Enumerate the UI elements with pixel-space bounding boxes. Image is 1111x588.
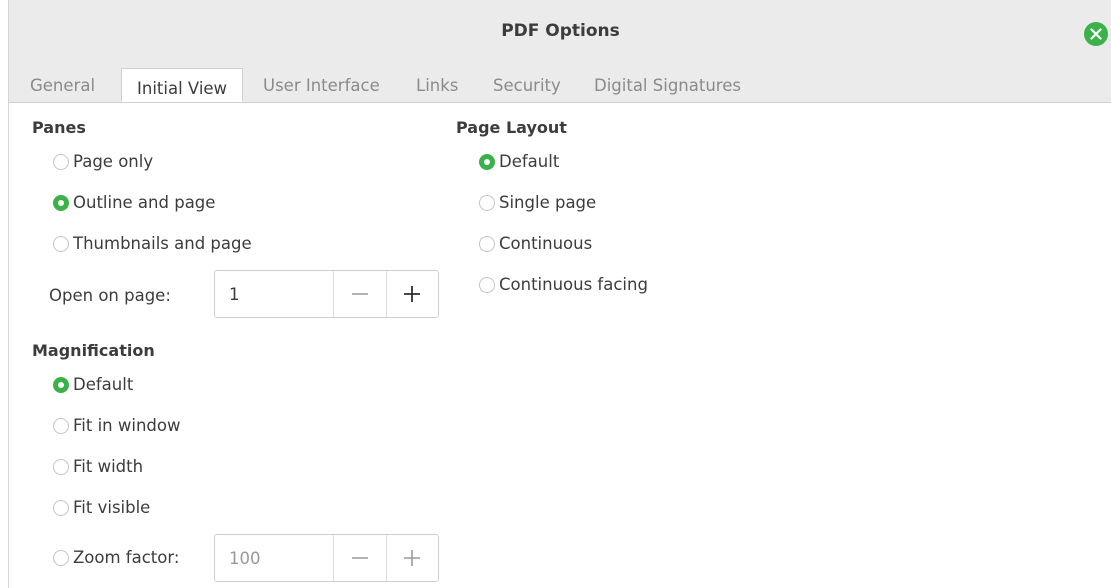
radio-label: Outline and page [73, 193, 216, 212]
radio-outline-and-page[interactable]: Outline and page [53, 193, 215, 212]
radio-indicator [53, 499, 69, 516]
radio-continuous[interactable]: Continuous [479, 234, 592, 253]
radio-indicator-selected [53, 194, 69, 211]
radio-label: Default [499, 152, 560, 171]
radio-label: Continuous [499, 234, 593, 253]
radio-thumbnails-and-page[interactable]: Thumbnails and page [53, 234, 252, 253]
radio-fit-width[interactable]: Fit width [53, 457, 143, 476]
tab-general[interactable]: General [30, 76, 95, 95]
pdf-options-dialog: PDF Options General Initial View User In… [8, 0, 1111, 588]
tab-security[interactable]: Security [493, 76, 561, 95]
tab-user-interface[interactable]: User Interface [263, 76, 380, 95]
tab-bar: General Initial View User Interface Link… [9, 66, 1111, 103]
radio-single-page[interactable]: Single page [479, 193, 596, 212]
increment-button[interactable] [385, 271, 438, 317]
open-on-page-input[interactable] [215, 271, 333, 317]
radio-page-only[interactable]: Page only [53, 152, 153, 171]
radio-indicator [53, 417, 69, 434]
minus-icon [351, 557, 368, 559]
plus-icon [404, 286, 421, 302]
radio-indicator [53, 235, 69, 252]
panes-heading: Panes [32, 118, 86, 137]
radio-indicator [53, 458, 69, 475]
radio-indicator-selected [53, 376, 69, 393]
tab-initial-view[interactable]: Initial View [121, 68, 244, 102]
plus-icon [404, 550, 421, 566]
radio-zoom-factor[interactable]: Zoom factor: [53, 548, 179, 567]
increment-button[interactable] [385, 535, 438, 581]
open-on-page-label: Open on page: [49, 286, 171, 305]
radio-indicator [53, 549, 69, 566]
tab-links[interactable]: Links [416, 76, 458, 95]
radio-label: Single page [499, 193, 597, 212]
radio-fit-in-window[interactable]: Fit in window [53, 416, 180, 435]
close-button[interactable] [1084, 22, 1108, 46]
radio-label: Zoom factor: [73, 548, 180, 567]
minus-icon [351, 293, 368, 295]
radio-label: Continuous facing [499, 275, 648, 294]
radio-indicator [53, 153, 69, 170]
radio-label: Thumbnails and page [73, 234, 252, 253]
radio-indicator-selected [479, 153, 495, 170]
radio-indicator [479, 194, 495, 211]
magnification-heading: Magnification [32, 341, 155, 360]
radio-label: Page only [73, 152, 154, 171]
radio-magnification-default[interactable]: Default [53, 375, 133, 394]
radio-fit-visible[interactable]: Fit visible [53, 498, 150, 517]
open-on-page-spinner [214, 270, 439, 318]
radio-indicator [479, 235, 495, 252]
radio-indicator [479, 276, 495, 293]
decrement-button[interactable] [333, 535, 386, 581]
close-icon [1090, 28, 1102, 40]
radio-label: Fit visible [73, 498, 151, 517]
title-bar: PDF Options [9, 0, 1111, 67]
zoom-factor-spinner [214, 534, 439, 582]
dialog-title: PDF Options [501, 21, 620, 41]
radio-continuous-facing[interactable]: Continuous facing [479, 275, 648, 294]
radio-label: Fit width [73, 457, 144, 476]
radio-layout-default[interactable]: Default [479, 152, 559, 171]
tab-digital-signatures[interactable]: Digital Signatures [594, 76, 741, 95]
zoom-factor-input[interactable] [215, 535, 333, 581]
radio-label: Fit in window [73, 416, 181, 435]
radio-label: Default [73, 375, 134, 394]
page-layout-heading: Page Layout [456, 118, 567, 137]
decrement-button[interactable] [333, 271, 386, 317]
